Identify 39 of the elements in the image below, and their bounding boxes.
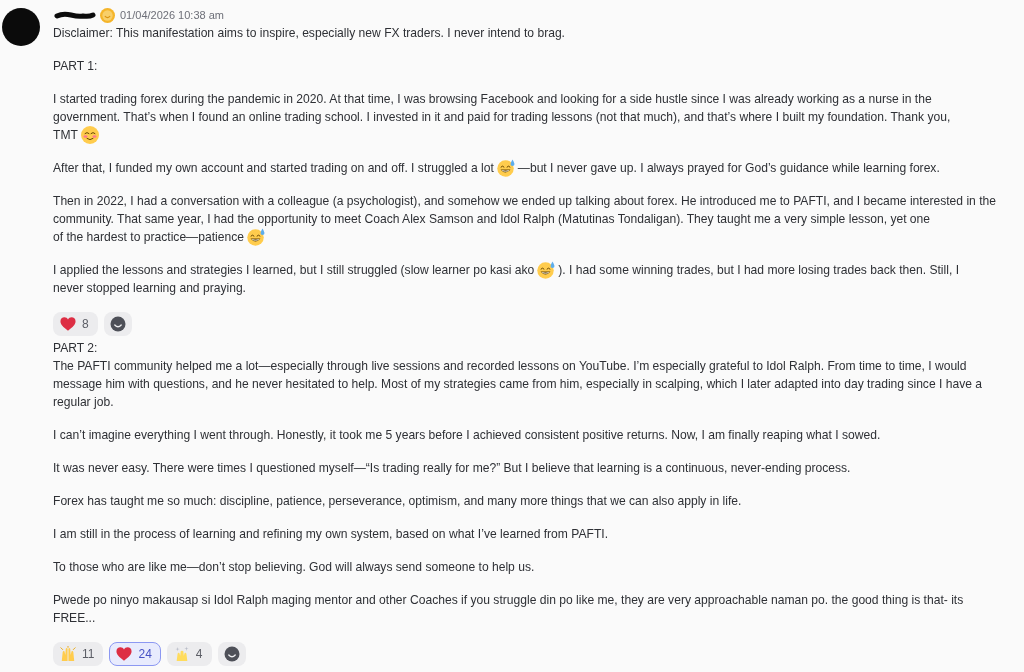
add-reaction-button[interactable] — [103, 312, 132, 336]
message-text: Pwede po ninyo makausap si Idol Ralph maging mentor and other Coaches if you struggle din po like me, they are very approachable naman po. the good thing is that- its FREE... — [53, 592, 965, 627]
smiley-icon — [109, 316, 126, 332]
reaction-button[interactable]: 11 — [53, 642, 104, 666]
add-reaction-button[interactable] — [217, 642, 246, 666]
message-text: government. That’s when I found an online trading school. I invested in it and paid for trading lessons (not that much), and that’s where I built my foundation. Thank you, — [53, 109, 951, 126]
message-text: After that, I funded my own account and started trading on and off. I struggled a lot — [53, 160, 494, 177]
message-text: PART 1: — [53, 58, 99, 75]
message-text: Disclaimer: This manifestation aims to inspire, especially new FX traders. I never intend to brag. — [53, 25, 566, 42]
message-text: —but I never gave up. I always prayed for God’s guidance while learning forex. — [517, 160, 940, 177]
sweat-smile-emoji-icon — [246, 228, 265, 246]
smiley-badge-icon — [100, 7, 115, 23]
reaction-button[interactable]: 8 — [53, 312, 98, 336]
message-timestamp: 01/04/2026 10:38 am — [120, 9, 224, 21]
message-text: community. That same year, I had the opportunity to meet Coach Alex Samson and Idol Ralph (Matutinas Tondaligan). They taught me a very simple lesson, yet one — [53, 211, 931, 228]
message-text: of the hardest to practice—patience — [53, 229, 244, 246]
smiley-icon — [223, 646, 240, 662]
message-text: Forex has taught me so much: discipline, patience, perseverance, optimism, and many more things that we can also apply in life. — [53, 493, 743, 510]
redacted-name-scribble — [53, 10, 97, 20]
message-text: ). I had some winning trades, but I had more losing trades back then. Still, I — [558, 262, 959, 279]
sweat-smile-emoji-icon — [496, 159, 515, 177]
avatar[interactable] — [2, 8, 40, 46]
message-text: never stopped learning and praying. — [53, 280, 246, 297]
sweat-smile-emoji-icon — [537, 261, 556, 279]
blushing-smiley-emoji-icon — [80, 126, 99, 144]
message-text: To those who are like me—don’t stop believing. God will always send someone to help us. — [53, 559, 536, 576]
message-text: It was never easy. There were times I questioned myself—“Is trading really for me?” But I believe that learning is a continuous, never-ending process. — [53, 460, 852, 477]
reaction-button[interactable]: 4 — [166, 642, 212, 666]
message-text: I am still in the process of learning and refining my own system, based on what I’ve learned from PAFTI. — [53, 526, 609, 543]
message-text: PART 2: The PAFTI community helped me a lot—especially through live sessions and recorded lessons on YouTube. I’m especially grateful to Idol Ralph. From time to time, I would message him with questions, and he never hesitated to help. Most of my strategies came from him, especially in scalping, which I later adapted into day trading since I have a regular job. — [53, 340, 984, 411]
raised-hands-icon — [60, 646, 76, 662]
message-text: I can’t imagine everything I went through. Honestly, it took me 5 years before I achieved consistent positive returns. Now, I am finally reaping what I sowed. — [53, 427, 882, 444]
message-text: Then in 2022, I had a conversation with a colleague (a psychologist), and somehow we ended up talking about forex. He introduced me to PAFTI, and I became interested in the — [53, 193, 996, 210]
message-text: TMT — [53, 127, 78, 144]
heart-icon — [60, 316, 76, 332]
reaction-button[interactable]: 24 — [109, 642, 161, 666]
message-text: I applied the lessons and strategies I learned, but I still struggled (slow learner po kasi ako — [53, 262, 535, 279]
message-text: I started trading forex during the pandemic in 2020. At that time, I was browsing Facebook and looking for a side hustle since I was already working as a nurse in the — [53, 91, 932, 108]
heart-icon — [116, 646, 133, 662]
